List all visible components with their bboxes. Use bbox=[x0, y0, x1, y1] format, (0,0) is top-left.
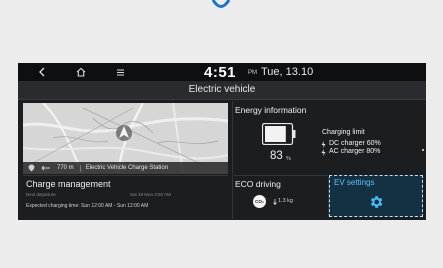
charging-limit-label: Charging limit bbox=[322, 129, 365, 136]
ev-settings-title: EV settings bbox=[334, 178, 375, 187]
page-marker-icon bbox=[211, 0, 231, 8]
map-tile[interactable]: 770 m Electric Vehicle Charge Station bbox=[23, 103, 228, 174]
arrow-down-icon bbox=[273, 199, 277, 205]
battery-fill bbox=[265, 126, 286, 142]
menu-icon bbox=[117, 68, 124, 76]
clock: 4:51 bbox=[204, 64, 237, 81]
route-info-strip: 770 m Electric Vehicle Charge Station bbox=[23, 162, 228, 174]
date: Tue, 13.10 bbox=[261, 66, 314, 78]
expected-charging-time: Expected charging time: Sun 12:00 AM - S… bbox=[26, 203, 149, 209]
co2-saving-value: 1.3 kg bbox=[278, 198, 293, 204]
dc-charger-value: DC charger 60% bbox=[329, 140, 381, 147]
home-button[interactable] bbox=[76, 66, 86, 78]
menu-button[interactable] bbox=[116, 66, 125, 78]
route-destination: Electric Vehicle Charge Station bbox=[85, 165, 169, 171]
charge-station-icon bbox=[28, 164, 35, 172]
ev-settings-tile[interactable]: EV settings bbox=[329, 175, 423, 217]
status-bar: 4:51 PM Tue, 13.10 bbox=[18, 63, 426, 81]
chevron-left-icon bbox=[39, 67, 45, 77]
route-distance: 770 m bbox=[57, 165, 74, 171]
page-title: Electric vehicle bbox=[18, 81, 426, 100]
direction-arrow-icon bbox=[41, 165, 50, 171]
next-departure-label: Next departure bbox=[26, 192, 56, 197]
gear-icon bbox=[370, 196, 383, 208]
energy-title: Energy information bbox=[235, 105, 307, 115]
divider-horizontal-right bbox=[234, 175, 328, 176]
clock-ampm: PM bbox=[248, 70, 257, 76]
eco-driving-title: ECO driving bbox=[235, 179, 281, 189]
infotainment-screen: 4:51 PM Tue, 13.10 Electric vehicle 770 … bbox=[18, 63, 426, 220]
battery-percent-unit: % bbox=[286, 156, 291, 162]
ac-charger-value: AC charger 80% bbox=[329, 148, 381, 155]
dc-charger-icon bbox=[321, 141, 326, 148]
divider-horizontal-left bbox=[23, 175, 228, 176]
charge-management-title: Charge management bbox=[26, 179, 111, 189]
divider-vertical bbox=[232, 101, 233, 219]
battery-percent: 83 bbox=[270, 150, 283, 162]
ac-charger-icon bbox=[321, 149, 326, 156]
battery-icon bbox=[262, 123, 296, 145]
back-button[interactable] bbox=[38, 66, 46, 78]
strip-separator bbox=[79, 164, 81, 172]
scroll-indicator bbox=[422, 149, 424, 151]
next-departure-value: Sat 19 Mon 3:50 AM bbox=[130, 192, 171, 197]
co2-badge: CO₂ bbox=[253, 195, 266, 208]
home-icon bbox=[76, 67, 86, 77]
